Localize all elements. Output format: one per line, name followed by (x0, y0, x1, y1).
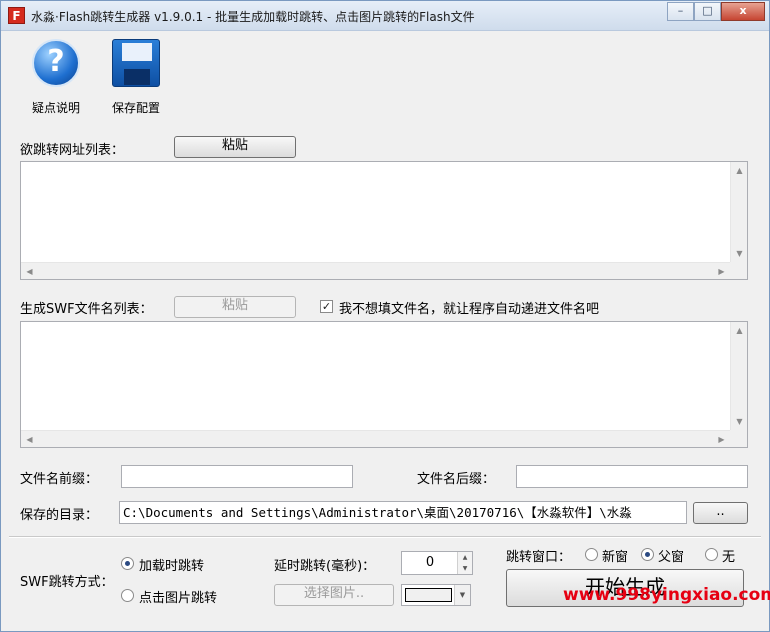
url-list-vscrollbar[interactable]: ▲ ▼ (730, 162, 747, 262)
app-flash-icon: F (8, 7, 25, 24)
mode-load-radio[interactable] (121, 557, 134, 570)
scroll-up-icon[interactable]: ▲ (731, 322, 748, 339)
window-controls: – □ x (667, 2, 765, 21)
mode-click-radio[interactable] (121, 589, 134, 602)
scroll-up-icon[interactable]: ▲ (731, 162, 748, 179)
url-paste-button[interactable]: 粘贴 (174, 136, 296, 158)
mode-load-label[interactable]: 加载时跳转 (139, 555, 204, 574)
help-button[interactable]: ? 疑点说明 (21, 39, 91, 116)
suffix-input[interactable] (516, 465, 748, 488)
scroll-left-icon[interactable]: ◀ (21, 263, 38, 280)
swf-list-vscrollbar[interactable]: ▲ ▼ (730, 322, 747, 430)
scroll-corner (730, 262, 747, 279)
minimize-button[interactable]: – (667, 2, 694, 21)
window-title: 水淼·Flash跳转生成器 v1.9.0.1 - 批量生成加载时跳转、点击图片跳… (31, 10, 475, 24)
color-dropdown[interactable]: ▼ (401, 584, 471, 606)
delay-label: 延时跳转(毫秒)： (274, 559, 376, 574)
help-label: 疑点说明 (31, 101, 80, 115)
auto-filename-checkbox[interactable]: ✓ (320, 300, 333, 313)
window-parent-label[interactable]: 父窗 (658, 546, 684, 565)
window-parent-radio[interactable] (641, 548, 654, 561)
window-new-radio[interactable] (585, 548, 598, 561)
save-config-label: 保存配置 (111, 101, 160, 115)
help-icon: ? (32, 39, 80, 87)
save-dir-label: 保存的目录： (20, 508, 99, 523)
prefix-input[interactable] (121, 465, 353, 488)
browse-button[interactable]: .. (693, 502, 748, 524)
mode-click-label[interactable]: 点击图片跳转 (139, 587, 217, 606)
window-none-label[interactable]: 无 (722, 546, 735, 565)
swf-list-textarea[interactable]: ▲ ▼ ◀ ▶ (20, 321, 748, 448)
spin-down-icon[interactable]: ▼ (458, 563, 472, 574)
url-list-label: 欲跳转网址列表： (20, 143, 125, 158)
maximize-button[interactable]: □ (694, 2, 721, 21)
scroll-down-icon[interactable]: ▼ (731, 245, 748, 262)
site-watermark: www.998yingxiao.com (563, 585, 770, 605)
save-dir-input[interactable]: C:\Documents and Settings\Administrator\… (119, 501, 687, 524)
url-list-textarea[interactable]: ▲ ▼ ◀ ▶ (20, 161, 748, 280)
spin-up-icon[interactable]: ▲ (458, 552, 472, 563)
scroll-right-icon[interactable]: ▶ (713, 263, 730, 280)
close-button[interactable]: x (721, 2, 765, 21)
swf-mode-label: SWF跳转方式： (20, 575, 114, 590)
swf-paste-button[interactable]: 粘贴 (174, 296, 296, 318)
save-config-button[interactable]: 保存配置 (101, 39, 171, 116)
jump-window-label: 跳转窗口： (506, 550, 572, 565)
suffix-label: 文件名后缀： (417, 472, 496, 487)
auto-filename-label[interactable]: 我不想填文件名，就让程序自动递进文件名吧 (339, 298, 599, 317)
main-window: F 水淼·Flash跳转生成器 v1.9.0.1 - 批量生成加载时跳转、点击图… (0, 0, 770, 632)
delay-value[interactable]: 0 (402, 552, 458, 574)
scroll-right-icon[interactable]: ▶ (713, 431, 730, 448)
section-divider (9, 536, 761, 538)
title-bar[interactable]: F 水淼·Flash跳转生成器 v1.9.0.1 - 批量生成加载时跳转、点击图… (1, 1, 769, 31)
scroll-corner (730, 430, 747, 447)
url-list-hscrollbar[interactable]: ◀ ▶ (21, 262, 730, 279)
color-swatch (405, 588, 452, 602)
window-none-radio[interactable] (705, 548, 718, 561)
swf-list-hscrollbar[interactable]: ◀ ▶ (21, 430, 730, 447)
window-new-label[interactable]: 新窗 (602, 546, 628, 565)
select-image-button[interactable]: 选择图片.. (274, 584, 394, 606)
spin-buttons: ▲ ▼ (457, 552, 472, 574)
chevron-down-icon[interactable]: ▼ (454, 585, 470, 605)
delay-spinner[interactable]: 0 ▲ ▼ (401, 551, 473, 575)
floppy-disk-icon (112, 39, 160, 87)
prefix-label: 文件名前缀： (20, 472, 99, 487)
scroll-down-icon[interactable]: ▼ (731, 413, 748, 430)
swf-list-label: 生成SWF文件名列表： (20, 302, 153, 317)
scroll-left-icon[interactable]: ◀ (21, 431, 38, 448)
